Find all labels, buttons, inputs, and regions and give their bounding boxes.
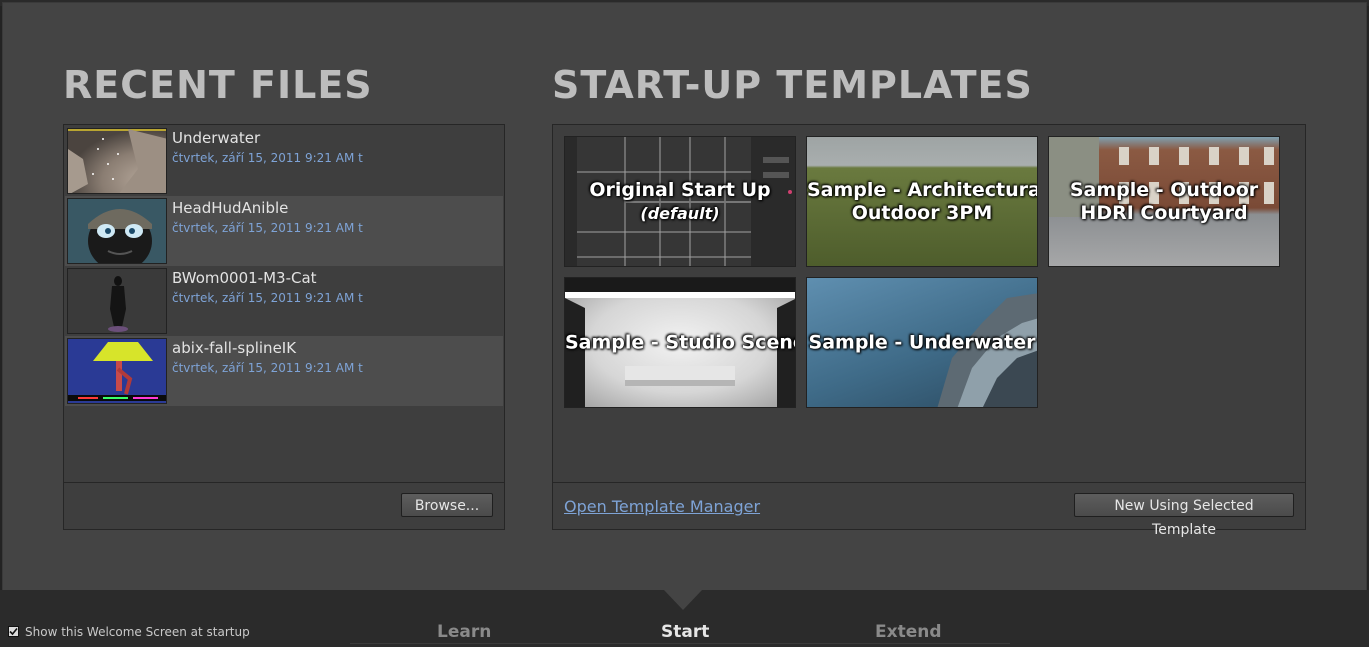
- file-thumbnail: [67, 338, 167, 404]
- template-label: Original Start Up (default): [589, 178, 771, 223]
- template-label: Sample - Architectural Outdoor 3PM: [807, 178, 1038, 224]
- active-tab-arrow-icon: [664, 590, 702, 610]
- recent-file-date: čtvrtek, září 15, 2011 9:21 AM t: [172, 361, 363, 375]
- tab-underline: [350, 643, 1010, 644]
- template-original-start-up[interactable]: Original Start Up (default): [564, 136, 796, 267]
- templates-heading: START-UP TEMPLATES: [552, 63, 1033, 107]
- checkmark-icon: [9, 627, 18, 636]
- recent-files-footer: Browse...: [64, 482, 504, 529]
- recent-files-heading: RECENT FILES: [63, 63, 373, 107]
- template-studio-scene[interactable]: Sample - Studio Scene: [564, 277, 796, 408]
- file-thumbnail: [67, 268, 167, 334]
- open-template-manager-link[interactable]: Open Template Manager: [564, 497, 760, 516]
- file-thumbnail: [67, 198, 167, 264]
- recent-file-name: HeadHudAnible: [172, 199, 289, 217]
- template-underwater[interactable]: Sample - Underwater: [806, 277, 1038, 408]
- template-label: Sample - Studio Scene: [565, 331, 796, 353]
- template-label: Sample - Underwater: [808, 331, 1036, 353]
- welcome-panel: RECENT FILES Underwater čtvrtek, září 15…: [2, 2, 1367, 591]
- template-outdoor-hdri[interactable]: Sample - Outdoor HDRI Courtyard: [1048, 136, 1280, 267]
- recent-file-name: Underwater: [172, 129, 261, 147]
- new-using-selected-template-button[interactable]: New Using Selected Template: [1074, 493, 1294, 538]
- recent-file-name: BWom0001-M3-Cat: [172, 269, 317, 287]
- recent-files-panel: Underwater čtvrtek, září 15, 2011 9:21 A…: [63, 124, 505, 530]
- recent-file-name: abix-fall-splineIK: [172, 339, 297, 357]
- show-welcome-checkbox[interactable]: [8, 626, 19, 637]
- recent-file-date: čtvrtek, září 15, 2011 9:21 AM t: [172, 291, 363, 305]
- recent-file-abix-fall[interactable]: abix-fall-splineIK čtvrtek, září 15, 201…: [65, 336, 503, 406]
- recent-file-date: čtvrtek, září 15, 2011 9:21 AM t: [172, 151, 363, 165]
- recent-file-bwom0001[interactable]: BWom0001-M3-Cat čtvrtek, září 15, 2011 9…: [65, 266, 503, 336]
- tab-extend[interactable]: Extend: [875, 622, 942, 642]
- tab-start[interactable]: Start: [661, 622, 709, 642]
- file-thumbnail: [67, 128, 167, 194]
- tab-learn[interactable]: Learn: [437, 622, 491, 642]
- template-architectural-outdoor[interactable]: Sample - Architectural Outdoor 3PM: [806, 136, 1038, 267]
- templates-panel: Original Start Up (default) Sample - Arc…: [552, 124, 1306, 538]
- template-label: Sample - Outdoor HDRI Courtyard: [1069, 178, 1259, 224]
- recent-file-headhudanible[interactable]: HeadHudAnible čtvrtek, září 15, 2011 9:2…: [65, 196, 503, 266]
- browse-button[interactable]: Browse...: [401, 493, 493, 517]
- show-welcome-label: Show this Welcome Screen at startup: [25, 625, 250, 639]
- templates-footer: Open Template Manager New Using Selected…: [553, 482, 1305, 538]
- recent-file-date: čtvrtek, září 15, 2011 9:21 AM t: [172, 221, 363, 235]
- recent-file-underwater[interactable]: Underwater čtvrtek, září 15, 2011 9:21 A…: [65, 126, 503, 196]
